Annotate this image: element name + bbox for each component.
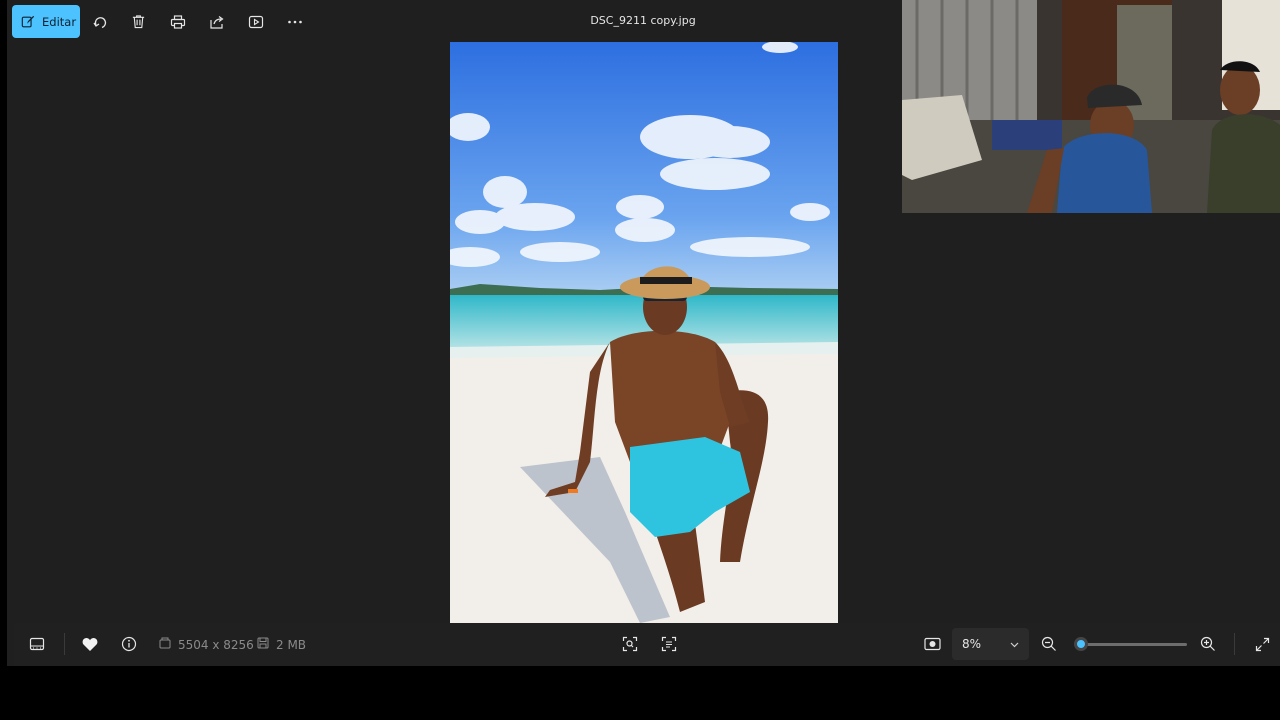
- zoom-in-button[interactable]: [1193, 629, 1223, 659]
- webcam-overlay: [902, 0, 1280, 213]
- more-icon: [287, 14, 303, 30]
- info-icon: [121, 636, 137, 652]
- rotate-button[interactable]: [80, 5, 119, 38]
- zoom-in-icon: [1200, 636, 1216, 652]
- dimensions-text: 5504 x 8256: [178, 637, 254, 652]
- divider: [1234, 633, 1235, 655]
- more-options-button[interactable]: [275, 5, 314, 38]
- filmstrip-icon: [29, 636, 45, 652]
- expand-icon: [1255, 637, 1270, 652]
- edit-icon: [21, 15, 35, 29]
- fit-to-window-button[interactable]: [917, 629, 947, 659]
- dimensions-icon: [159, 637, 171, 652]
- zoom-out-button[interactable]: [1034, 629, 1064, 659]
- edit-button[interactable]: Editar: [12, 5, 80, 38]
- top-toolbar: Editar: [12, 5, 314, 38]
- file-size-text: 2 MB: [276, 637, 307, 652]
- image-dimensions: 5504 x 8256: [159, 637, 254, 652]
- fullscreen-button[interactable]: [1247, 629, 1277, 659]
- print-button[interactable]: [158, 5, 197, 38]
- favorite-button[interactable]: [75, 629, 105, 659]
- zoom-out-icon: [1041, 636, 1057, 652]
- share-icon: [209, 14, 225, 30]
- rotate-icon: [92, 14, 108, 30]
- filmstrip-button[interactable]: [22, 629, 52, 659]
- delete-button[interactable]: [119, 5, 158, 38]
- visual-search-button[interactable]: [615, 629, 645, 659]
- file-size: 2 MB: [257, 637, 306, 652]
- print-icon: [170, 14, 186, 30]
- scan-text-button[interactable]: [654, 629, 684, 659]
- share-button[interactable]: [197, 5, 236, 38]
- save-disk-icon: [257, 637, 269, 652]
- delete-icon: [131, 14, 146, 29]
- zoom-slider-track[interactable]: [1079, 643, 1187, 646]
- fit-window-icon: [923, 636, 941, 652]
- zoom-level-value: 8%: [962, 637, 982, 651]
- chevron-down-icon: [1010, 637, 1019, 651]
- scan-text-icon: [661, 636, 677, 652]
- bottom-bar: 5504 x 8256 2 MB 8%: [14, 623, 1280, 666]
- edit-button-label: Editar: [42, 14, 77, 29]
- photo-image: [450, 42, 838, 623]
- slideshow-icon: [248, 14, 264, 30]
- info-button[interactable]: [114, 629, 144, 659]
- heart-icon: [82, 637, 98, 652]
- file-title: DSC_9211 copy.jpg: [590, 14, 696, 27]
- divider: [64, 633, 65, 655]
- slideshow-button[interactable]: [236, 5, 275, 38]
- visual-search-icon: [622, 636, 638, 652]
- zoom-level-dropdown[interactable]: 8%: [952, 628, 1029, 660]
- zoom-slider-thumb[interactable]: [1074, 637, 1089, 651]
